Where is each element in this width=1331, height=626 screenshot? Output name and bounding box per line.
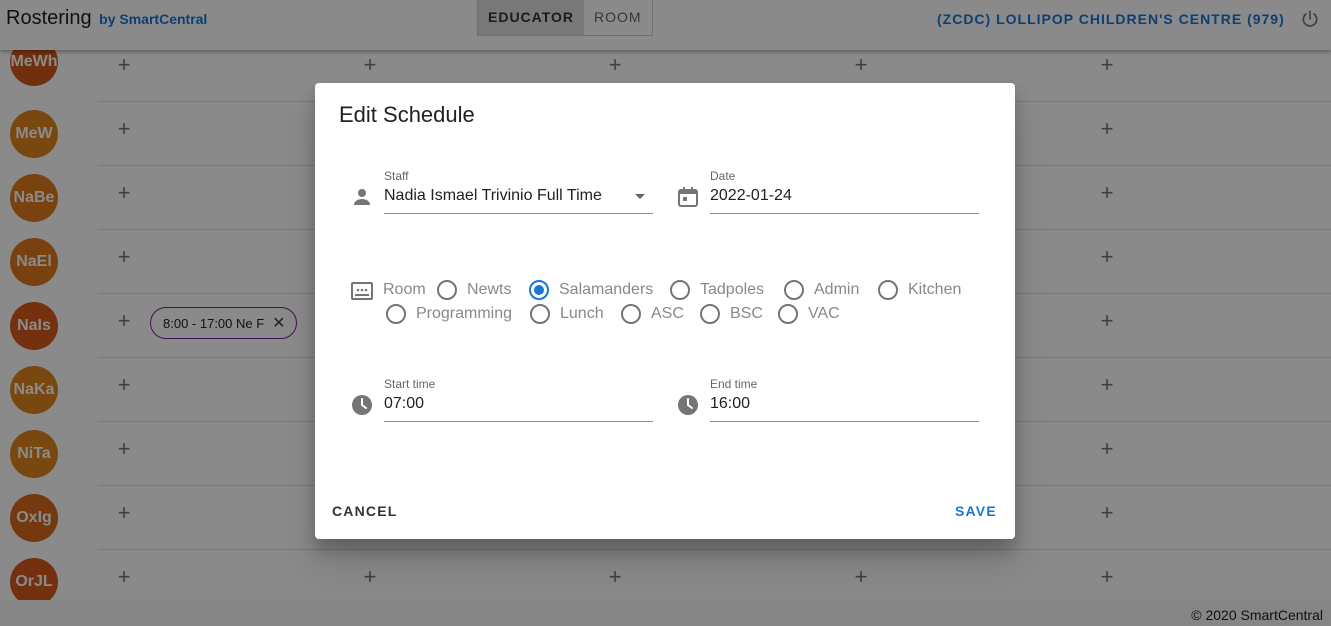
date-field[interactable]: Date 2022-01-24 [710, 169, 979, 214]
radio-tadpoles[interactable]: Tadpoles [670, 280, 764, 300]
radio-circle [878, 280, 898, 300]
radio-label: Admin [814, 281, 860, 298]
edit-schedule-dialog: Edit Schedule Staff Nadia Ismael Trivini… [315, 83, 1015, 539]
end-time-field[interactable]: End time 16:00 [710, 377, 979, 422]
save-button[interactable]: SAVE [955, 503, 997, 519]
radio-label: VAC [808, 305, 840, 322]
radio-circle [529, 280, 549, 300]
radio-circle [437, 280, 457, 300]
end-time-value: 16:00 [710, 395, 751, 412]
radio-circle [670, 280, 690, 300]
radio-label: Newts [467, 281, 512, 298]
chevron-down-icon [635, 194, 645, 199]
radio-salamanders[interactable]: Salamanders [529, 280, 653, 300]
calendar-icon [678, 187, 698, 207]
radio-circle [784, 280, 804, 300]
start-time-field[interactable]: Start time 07:00 [384, 377, 653, 422]
radio-admin[interactable]: Admin [784, 280, 859, 300]
radio-label: ASC [651, 305, 684, 322]
end-time-label: End time [710, 377, 758, 391]
clock-icon [352, 395, 372, 415]
radio-vac[interactable]: VAC [778, 304, 840, 324]
radio-newts[interactable]: Newts [437, 280, 511, 300]
radio-programming[interactable]: Programming [386, 304, 512, 324]
room-icon [351, 282, 373, 300]
staff-label: Staff [384, 169, 409, 183]
radio-circle [530, 304, 550, 324]
radio-asc[interactable]: ASC [621, 304, 684, 324]
radio-lunch[interactable]: Lunch [530, 304, 604, 324]
start-time-value: 07:00 [384, 395, 425, 412]
field-underline [710, 421, 979, 422]
radio-circle [778, 304, 798, 324]
cancel-button[interactable]: CANCEL [332, 503, 398, 519]
clock-icon [678, 395, 698, 415]
radio-label: Lunch [560, 305, 604, 322]
person-icon [354, 189, 370, 205]
radio-bsc[interactable]: BSC [700, 304, 763, 324]
radio-label: Tadpoles [700, 281, 765, 298]
field-underline [384, 213, 653, 214]
radio-label: Salamanders [559, 281, 654, 298]
radio-label: BSC [730, 305, 763, 322]
room-label: Room [383, 281, 426, 298]
field-underline [710, 213, 979, 214]
radio-label: Programming [416, 305, 513, 322]
dialog-title: Edit Schedule [339, 102, 475, 127]
radio-label: Kitchen [908, 281, 962, 298]
radio-circle [386, 304, 406, 324]
radio-kitchen[interactable]: Kitchen [878, 280, 961, 300]
staff-select[interactable]: Staff Nadia Ismael Trivinio Full Time [384, 169, 653, 214]
radio-circle [621, 304, 641, 324]
date-label: Date [710, 169, 736, 183]
radio-circle [700, 304, 720, 324]
start-time-label: Start time [384, 377, 436, 391]
field-underline [384, 421, 653, 422]
date-value: 2022-01-24 [710, 187, 792, 204]
staff-value: Nadia Ismael Trivinio Full Time [384, 187, 602, 204]
